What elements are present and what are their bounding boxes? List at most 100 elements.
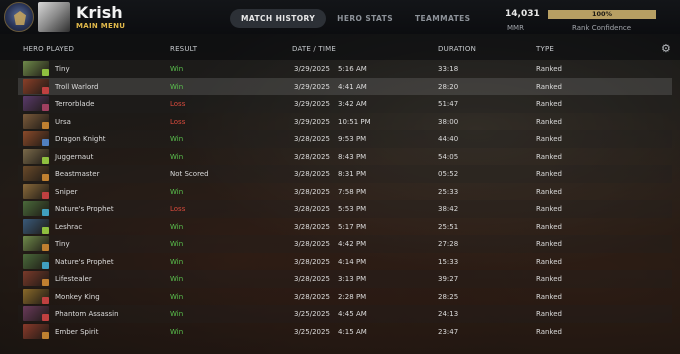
match-date: 3/28/2025 <box>294 240 330 248</box>
hero-portrait-icon <box>23 288 49 304</box>
match-date: 3/28/2025 <box>294 170 330 178</box>
match-type: Ranked <box>536 170 562 178</box>
hero-name: Tiny <box>55 65 70 73</box>
hero-name: Ember Spirit <box>55 327 99 336</box>
role-badge-icon <box>42 86 49 94</box>
role-badge-icon <box>42 314 49 321</box>
match-date: 3/29/2025 <box>294 100 330 108</box>
role-badge-icon <box>42 174 49 181</box>
match-type: Ranked <box>536 275 562 283</box>
table-row[interactable]: Tiny Win 3/28/2025 4:42 PM 27:28 Ranked <box>18 235 672 253</box>
table-row[interactable]: Nature's Prophet Loss 3/28/2025 5:53 PM 38:4… <box>18 200 672 218</box>
gear-icon[interactable]: ⚙ <box>661 43 672 54</box>
hero-portrait-icon <box>23 61 49 76</box>
table-row[interactable]: Troll Warlord Win 3/29/2025 4:41 AM 28:20 Ran… <box>18 77 672 95</box>
hero-name: Nature's Prophet <box>55 205 114 213</box>
match-result: Win <box>170 257 184 266</box>
match-type: Ranked <box>536 327 562 336</box>
match-time: 10:51 PM <box>338 117 371 126</box>
table-row[interactable]: Terrorblade Loss 3/29/2025 3:42 AM 51:47 Rank… <box>18 95 672 113</box>
match-duration: 38:00 <box>438 117 459 126</box>
table-row[interactable]: Sniper Win 3/28/2025 7:58 PM 25:33 Ranked <box>18 183 672 201</box>
match-result: Win <box>170 65 184 73</box>
match-type: Ranked <box>536 292 562 301</box>
mmr-label: MMR <box>507 24 524 32</box>
hero-name: Lifestealer <box>55 275 92 283</box>
tab-teammates[interactable]: TEAMMATES <box>404 9 481 28</box>
header-result[interactable]: RESULT <box>170 45 197 53</box>
role-badge-icon <box>42 121 49 129</box>
hero-name: Dragon Knight <box>55 135 106 143</box>
match-time: 4:45 AM <box>338 310 367 318</box>
table-row[interactable]: Leshrac Win 3/28/2025 5:17 PM 25:51 Ranked <box>18 218 672 236</box>
header-type[interactable]: TYPE <box>536 45 554 53</box>
match-result: Win <box>170 152 184 161</box>
match-duration: 15:33 <box>438 257 459 266</box>
match-duration: 54:05 <box>438 152 459 161</box>
match-date: 3/28/2025 <box>294 222 330 231</box>
match-date: 3/28/2025 <box>294 292 330 301</box>
hero-portrait-icon <box>23 218 49 234</box>
match-type: Ranked <box>536 205 562 213</box>
hero-portrait-icon <box>23 96 49 111</box>
role-badge-icon <box>42 279 49 286</box>
hero-name: Nature's Prophet <box>55 257 114 266</box>
role-badge-icon <box>42 261 49 269</box>
role-badge-icon <box>42 139 49 146</box>
match-date: 3/28/2025 <box>294 275 330 283</box>
match-time: 5:16 AM <box>338 65 367 73</box>
hero-portrait-icon <box>23 131 49 146</box>
hero-name: Tiny <box>55 240 70 248</box>
match-date: 3/28/2025 <box>294 152 330 161</box>
table-row[interactable]: Monkey King Win 3/28/2025 2:28 PM 28:25 Ranke… <box>18 288 672 306</box>
match-time: 9:53 PM <box>338 135 367 143</box>
match-history-table: HERO PLAYED RESULT DATE / TIME DURATION … <box>0 34 680 354</box>
match-time: 4:41 AM <box>338 82 367 91</box>
match-time: 2:28 PM <box>338 292 367 301</box>
rank-medal-icon[interactable] <box>4 2 34 32</box>
main-menu-link[interactable]: MAIN MENU <box>76 22 125 30</box>
match-date: 3/28/2025 <box>294 187 330 196</box>
hero-portrait-icon <box>23 271 49 286</box>
table-row[interactable]: Nature's Prophet Win 3/28/2025 4:14 PM 15:33… <box>18 253 672 271</box>
hero-name: Troll Warlord <box>55 82 99 91</box>
role-badge-icon <box>42 244 49 251</box>
match-duration: 28:25 <box>438 292 459 301</box>
role-badge-icon <box>42 331 49 339</box>
hero-portrait-icon <box>23 236 49 251</box>
role-badge-icon <box>42 209 49 216</box>
header-duration[interactable]: DURATION <box>438 45 476 53</box>
avatar[interactable] <box>38 2 70 32</box>
tab-bar: MATCH HISTORY HERO STATS TEAMMATES <box>230 9 481 28</box>
table-row[interactable]: Ursa Loss 3/29/2025 10:51 PM 38:00 Ranked <box>18 113 672 131</box>
hero-portrait-icon <box>23 253 49 269</box>
match-date: 3/28/2025 <box>294 135 330 143</box>
match-result: Win <box>170 292 184 301</box>
match-duration: 27:28 <box>438 240 459 248</box>
match-type: Ranked <box>536 152 562 161</box>
match-date: 3/28/2025 <box>294 257 330 266</box>
role-badge-icon <box>42 69 49 76</box>
table-row[interactable]: Phantom Assassin Win 3/25/2025 4:45 AM 24:13… <box>18 305 672 323</box>
table-row[interactable]: Ember Spirit Win 3/25/2025 4:15 AM 23:47 Rank… <box>18 323 672 341</box>
table-row[interactable]: Tiny Win 3/29/2025 5:16 AM 33:18 Ranked <box>18 60 672 78</box>
header-date-time[interactable]: DATE / TIME <box>292 45 336 53</box>
role-badge-icon <box>42 104 49 111</box>
table-row[interactable]: Beastmaster Not Scored 3/28/2025 8:31 PM 05:… <box>18 165 672 183</box>
role-badge-icon <box>42 226 49 234</box>
rank-confidence-label: Rank Confidence <box>572 24 632 32</box>
tab-hero-stats[interactable]: HERO STATS <box>326 9 404 28</box>
table-row[interactable]: Lifestealer Win 3/28/2025 3:13 PM 39:27 Ranke… <box>18 270 672 288</box>
tab-match-history[interactable]: MATCH HISTORY <box>230 9 327 28</box>
match-time: 8:31 PM <box>338 170 367 178</box>
table-row[interactable]: Juggernaut Win 3/28/2025 8:43 PM 54:05 Ranked <box>18 148 672 166</box>
match-result: Win <box>170 135 184 143</box>
header-hero-played[interactable]: HERO PLAYED <box>23 45 74 53</box>
role-badge-icon <box>42 191 49 199</box>
hero-name: Ursa <box>55 117 71 126</box>
match-result: Win <box>170 187 184 196</box>
table-row[interactable]: Dragon Knight Win 3/28/2025 9:53 PM 44:40 Ran… <box>18 130 672 148</box>
hero-portrait-icon <box>23 113 49 129</box>
hero-portrait-icon <box>23 166 49 181</box>
hero-name: Beastmaster <box>55 170 100 178</box>
